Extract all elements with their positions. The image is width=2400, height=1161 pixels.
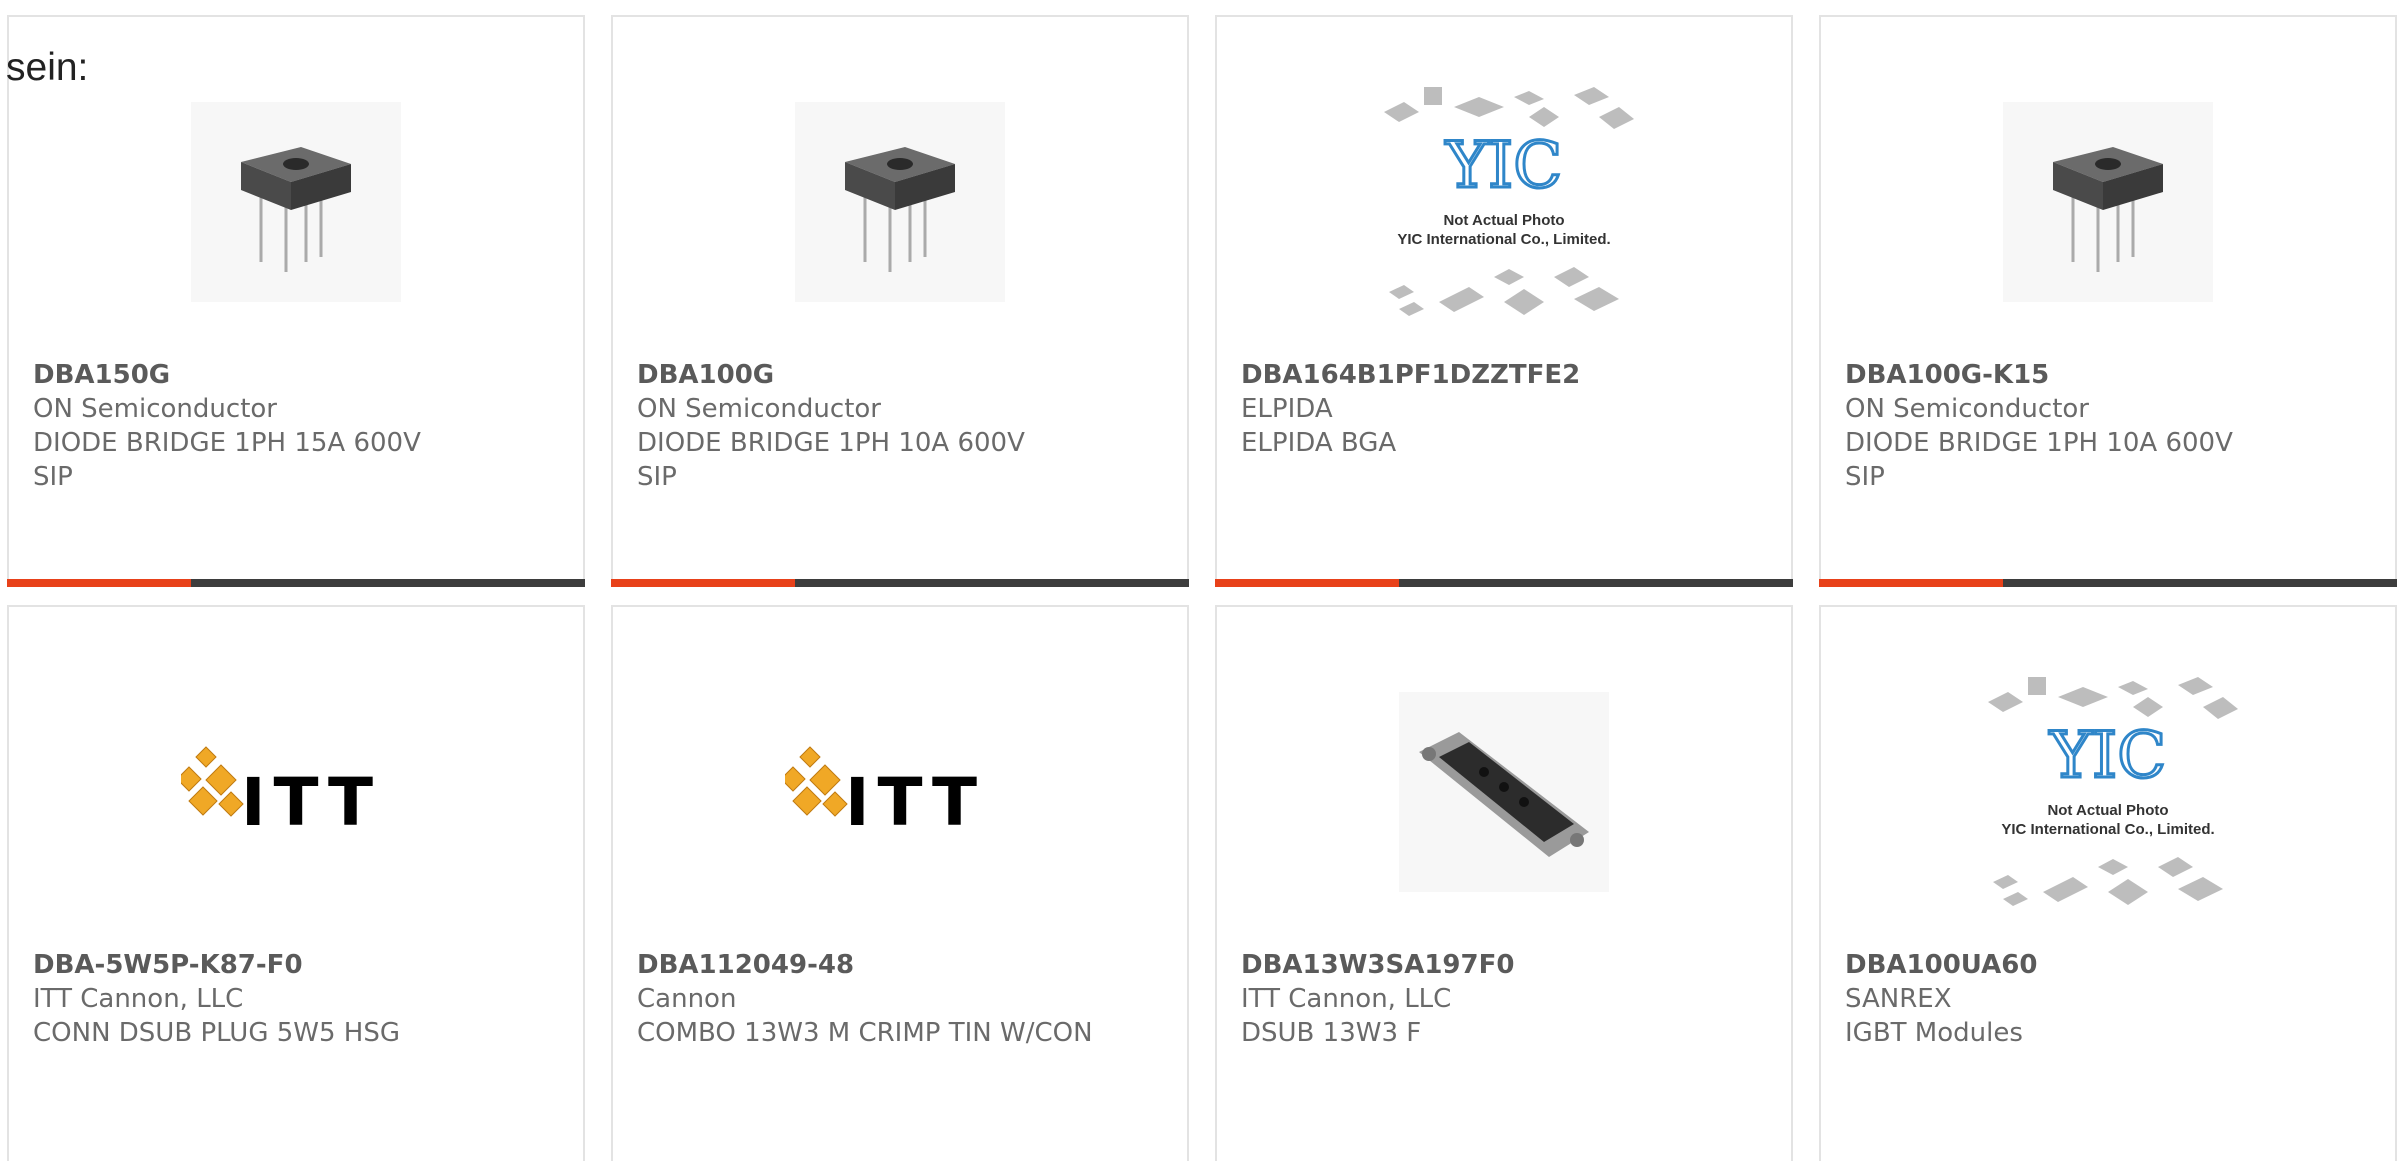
description: CONN DSUB PLUG 5W5 HSG xyxy=(33,1018,401,1048)
manufacturer: ON Semiconductor xyxy=(33,394,277,424)
itt-logo[interactable]: ITT xyxy=(765,667,1035,917)
placeholder-line2: YIC International Co., Limited. xyxy=(1397,231,1610,248)
intro-text: sein: xyxy=(6,46,89,89)
placeholder-not-actual-photo[interactable]: YIC Not Actual Photo YIC International C… xyxy=(1973,667,2243,917)
manufacturer: Cannon xyxy=(637,984,737,1014)
placeholder-not-actual-photo[interactable]: YIC Not Actual Photo YIC International C… xyxy=(1369,77,1639,327)
manufacturer: ELPIDA xyxy=(1241,394,1333,424)
diode-bridge-image[interactable] xyxy=(765,77,1035,327)
product-info: DBA100UA60 SANREX IGBT Modules xyxy=(1845,948,2375,1050)
product-info: DBA13W3SA197F0 ITT Cannon, LLC DSUB 13W3… xyxy=(1241,948,1771,1050)
package: SIP xyxy=(1845,462,1885,492)
part-number[interactable]: DBA13W3SA197F0 xyxy=(1241,948,1771,982)
product-card[interactable]: DBA100G ON Semiconductor DIODE BRIDGE 1P… xyxy=(611,15,1189,587)
manufacturer: ITT Cannon, LLC xyxy=(33,984,244,1014)
product-info: DBA100G-K15 ON Semiconductor DIODE BRIDG… xyxy=(1845,358,2375,494)
description: IGBT Modules xyxy=(1845,1018,2023,1048)
part-number[interactable]: DBA-5W5P-K87-F0 xyxy=(33,948,563,982)
product-info: DBA112049-48 Cannon COMBO 13W3 M CRIMP T… xyxy=(637,948,1167,1050)
part-number[interactable]: DBA100G-K15 xyxy=(1845,358,2375,392)
part-number[interactable]: DBA100G xyxy=(637,358,1167,392)
package: SIP xyxy=(33,462,73,492)
product-grid-page: sein: DBA150G ON Semiconductor DIODE BRI… xyxy=(0,0,2400,1161)
card-accent xyxy=(611,579,795,587)
product-card[interactable]: ITT DBA112049-48 Cannon COMBO 13W3 M CRI… xyxy=(611,605,1189,1161)
itt-logo-text: ITT xyxy=(845,764,985,841)
description: DIODE BRIDGE 1PH 10A 600V xyxy=(637,428,1025,458)
product-card[interactable]: YIC Not Actual Photo YIC International C… xyxy=(1215,15,1793,587)
diode-bridge-image[interactable] xyxy=(161,77,431,327)
card-accent xyxy=(1215,579,1399,587)
manufacturer: ON Semiconductor xyxy=(637,394,881,424)
product-card[interactable]: YIC Not Actual Photo YIC International C… xyxy=(1819,605,2397,1161)
card-bottom-bar xyxy=(1819,579,2397,587)
yic-logo: YIC xyxy=(2049,719,2167,793)
description: DIODE BRIDGE 1PH 10A 600V xyxy=(1845,428,2233,458)
description: DSUB 13W3 F xyxy=(1241,1018,1422,1048)
part-number[interactable]: DBA150G xyxy=(33,358,563,392)
product-card[interactable]: DBA13W3SA197F0 ITT Cannon, LLC DSUB 13W3… xyxy=(1215,605,1793,1161)
product-card[interactable]: DBA100G-K15 ON Semiconductor DIODE BRIDG… xyxy=(1819,15,2397,587)
placeholder-line2: YIC International Co., Limited. xyxy=(2001,821,2214,838)
product-card[interactable]: ITT DBA-5W5P-K87-F0 ITT Cannon, LLC CONN… xyxy=(7,605,585,1161)
dsub-connector-image[interactable] xyxy=(1369,667,1639,917)
product-info: DBA164B1PF1DZZTFE2 ELPIDA ELPIDA BGA xyxy=(1241,358,1771,460)
package: SIP xyxy=(637,462,677,492)
description: COMBO 13W3 M CRIMP TIN W/CON xyxy=(637,1018,1093,1048)
card-bottom-bar xyxy=(1215,579,1793,587)
yic-logo: YIC xyxy=(1445,129,1563,203)
product-info: DBA150G ON Semiconductor DIODE BRIDGE 1P… xyxy=(33,358,563,494)
card-accent xyxy=(1819,579,2003,587)
part-number[interactable]: DBA100UA60 xyxy=(1845,948,2375,982)
description: ELPIDA BGA xyxy=(1241,428,1397,458)
part-number[interactable]: DBA164B1PF1DZZTFE2 xyxy=(1241,358,1771,392)
placeholder-line1: Not Actual Photo xyxy=(2047,802,2168,819)
diode-bridge-image[interactable] xyxy=(1973,77,2243,327)
manufacturer: SANREX xyxy=(1845,984,1952,1014)
itt-logo[interactable]: ITT xyxy=(161,667,431,917)
itt-logo-text: ITT xyxy=(241,764,381,841)
card-accent xyxy=(7,579,191,587)
product-info: DBA-5W5P-K87-F0 ITT Cannon, LLC CONN DSU… xyxy=(33,948,563,1050)
card-bottom-bar xyxy=(7,579,585,587)
manufacturer: ON Semiconductor xyxy=(1845,394,2089,424)
placeholder-line1: Not Actual Photo xyxy=(1443,212,1564,229)
product-info: DBA100G ON Semiconductor DIODE BRIDGE 1P… xyxy=(637,358,1167,494)
manufacturer: ITT Cannon, LLC xyxy=(1241,984,1452,1014)
product-card[interactable]: DBA150G ON Semiconductor DIODE BRIDGE 1P… xyxy=(7,15,585,587)
part-number[interactable]: DBA112049-48 xyxy=(637,948,1167,982)
description: DIODE BRIDGE 1PH 15A 600V xyxy=(33,428,421,458)
card-bottom-bar xyxy=(611,579,1189,587)
